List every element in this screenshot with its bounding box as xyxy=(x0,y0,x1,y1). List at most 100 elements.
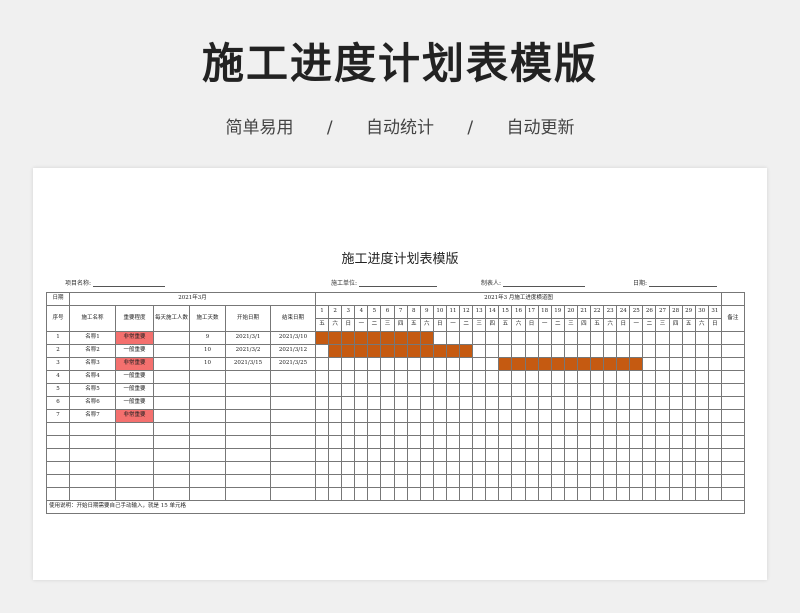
day-number-cell: 1 xyxy=(314,305,330,319)
start-date-cell xyxy=(225,409,271,423)
gantt-empty-cell xyxy=(341,409,356,423)
empty-cell xyxy=(550,448,565,462)
weekday-cell: 日 xyxy=(341,318,356,332)
seq-cell: 4 xyxy=(46,370,70,384)
empty-cell xyxy=(445,487,461,501)
gantt-empty-cell xyxy=(642,396,657,410)
empty-cell xyxy=(511,448,526,462)
empty-cell xyxy=(524,461,539,475)
empty-cell xyxy=(537,448,552,462)
gantt-empty-cell xyxy=(550,396,565,410)
gantt-empty-cell xyxy=(314,409,330,423)
empty-cell xyxy=(576,435,591,449)
empty-cell xyxy=(445,448,461,462)
gantt-empty-cell xyxy=(655,331,670,345)
gantt-empty-cell xyxy=(393,383,408,397)
weekday-cell: 三 xyxy=(380,318,395,332)
empty-cell xyxy=(393,461,408,475)
empty-cell xyxy=(498,435,513,449)
empty-cell xyxy=(445,435,461,449)
gantt-empty-cell xyxy=(563,409,578,423)
empty-cell xyxy=(69,435,116,449)
empty-cell xyxy=(328,487,343,501)
gantt-bar-cell xyxy=(341,331,356,345)
gantt-empty-cell xyxy=(341,383,356,397)
empty-cell xyxy=(354,422,369,436)
gantt-empty-cell xyxy=(314,383,330,397)
empty-cell xyxy=(393,422,408,436)
empty-cell xyxy=(459,422,474,436)
gantt-empty-cell xyxy=(707,344,722,358)
gantt-bar-cell xyxy=(328,344,343,358)
gantt-empty-cell xyxy=(668,396,683,410)
day-number-cell: 22 xyxy=(589,305,605,319)
empty-cell xyxy=(354,474,369,488)
gantt-empty-cell xyxy=(589,383,605,397)
empty-cell xyxy=(524,487,539,501)
empty-cell xyxy=(603,474,618,488)
empty-row xyxy=(46,487,745,501)
empty-cell xyxy=(459,461,474,475)
gantt-empty-cell xyxy=(694,357,709,371)
empty-cell xyxy=(498,448,513,462)
gantt-empty-cell xyxy=(642,344,657,358)
empty-cell xyxy=(459,487,474,501)
daily-workers-cell xyxy=(153,396,190,410)
empty-cell xyxy=(380,461,395,475)
empty-cell xyxy=(616,435,631,449)
empty-cell xyxy=(694,474,709,488)
importance-header: 重要程度 xyxy=(115,305,154,332)
day-number-cell: 13 xyxy=(472,305,487,319)
gantt-empty-cell xyxy=(655,357,670,371)
task-name-cell: 名称2 xyxy=(69,344,116,358)
empty-cell xyxy=(46,435,70,449)
gantt-empty-cell xyxy=(459,331,474,345)
gantt-bar-cell xyxy=(589,357,605,371)
gantt-empty-cell xyxy=(328,396,343,410)
tag-separator: / xyxy=(326,118,333,138)
empty-cell xyxy=(153,435,190,449)
empty-cell xyxy=(642,474,657,488)
empty-cell xyxy=(485,435,500,449)
empty-cell xyxy=(485,474,500,488)
tag-auto-update: 自动更新 xyxy=(506,118,575,138)
day-number-cell: 30 xyxy=(694,305,709,319)
gantt-bar-cell xyxy=(524,357,539,371)
empty-cell xyxy=(367,435,382,449)
empty-cell xyxy=(69,474,116,488)
empty-cell xyxy=(550,474,565,488)
seq-cell: 3 xyxy=(46,357,70,371)
gantt-empty-cell xyxy=(563,344,578,358)
gantt-empty-cell xyxy=(668,331,683,345)
gantt-bar-cell xyxy=(314,331,330,345)
table-row: 3 名称3 非常重要 10 2021/3/15 2021/3/25 xyxy=(46,357,745,371)
empty-cell xyxy=(694,461,709,475)
day-number-cell: 12 xyxy=(459,305,474,319)
weekday-cell: 一 xyxy=(629,318,644,332)
project-name-blank xyxy=(93,279,166,287)
table-row: 7 名称7 非常重要 xyxy=(46,409,745,423)
gantt-empty-cell xyxy=(354,396,369,410)
gantt-empty-cell xyxy=(459,357,474,371)
gantt-empty-cell xyxy=(707,409,722,423)
gantt-empty-cell xyxy=(459,409,474,423)
empty-cell xyxy=(642,435,657,449)
empty-cell xyxy=(603,461,618,475)
empty-cell xyxy=(550,487,565,501)
gantt-empty-cell xyxy=(432,370,447,384)
gantt-empty-cell xyxy=(419,357,434,371)
daily-workers-cell xyxy=(153,331,190,345)
table-row: 6 名称6 一般重要 xyxy=(46,396,745,410)
gantt-empty-cell xyxy=(707,370,722,384)
empty-cell xyxy=(655,422,670,436)
gantt-bar-cell xyxy=(406,344,421,358)
gantt-empty-cell xyxy=(472,344,487,358)
empty-cell xyxy=(511,422,526,436)
weekday-cell: 二 xyxy=(459,318,474,332)
empty-cell xyxy=(642,461,657,475)
gantt-empty-cell xyxy=(589,331,605,345)
gantt-empty-cell xyxy=(498,409,513,423)
empty-cell xyxy=(153,461,190,475)
gantt-empty-cell xyxy=(341,396,356,410)
gantt-empty-cell xyxy=(563,396,578,410)
